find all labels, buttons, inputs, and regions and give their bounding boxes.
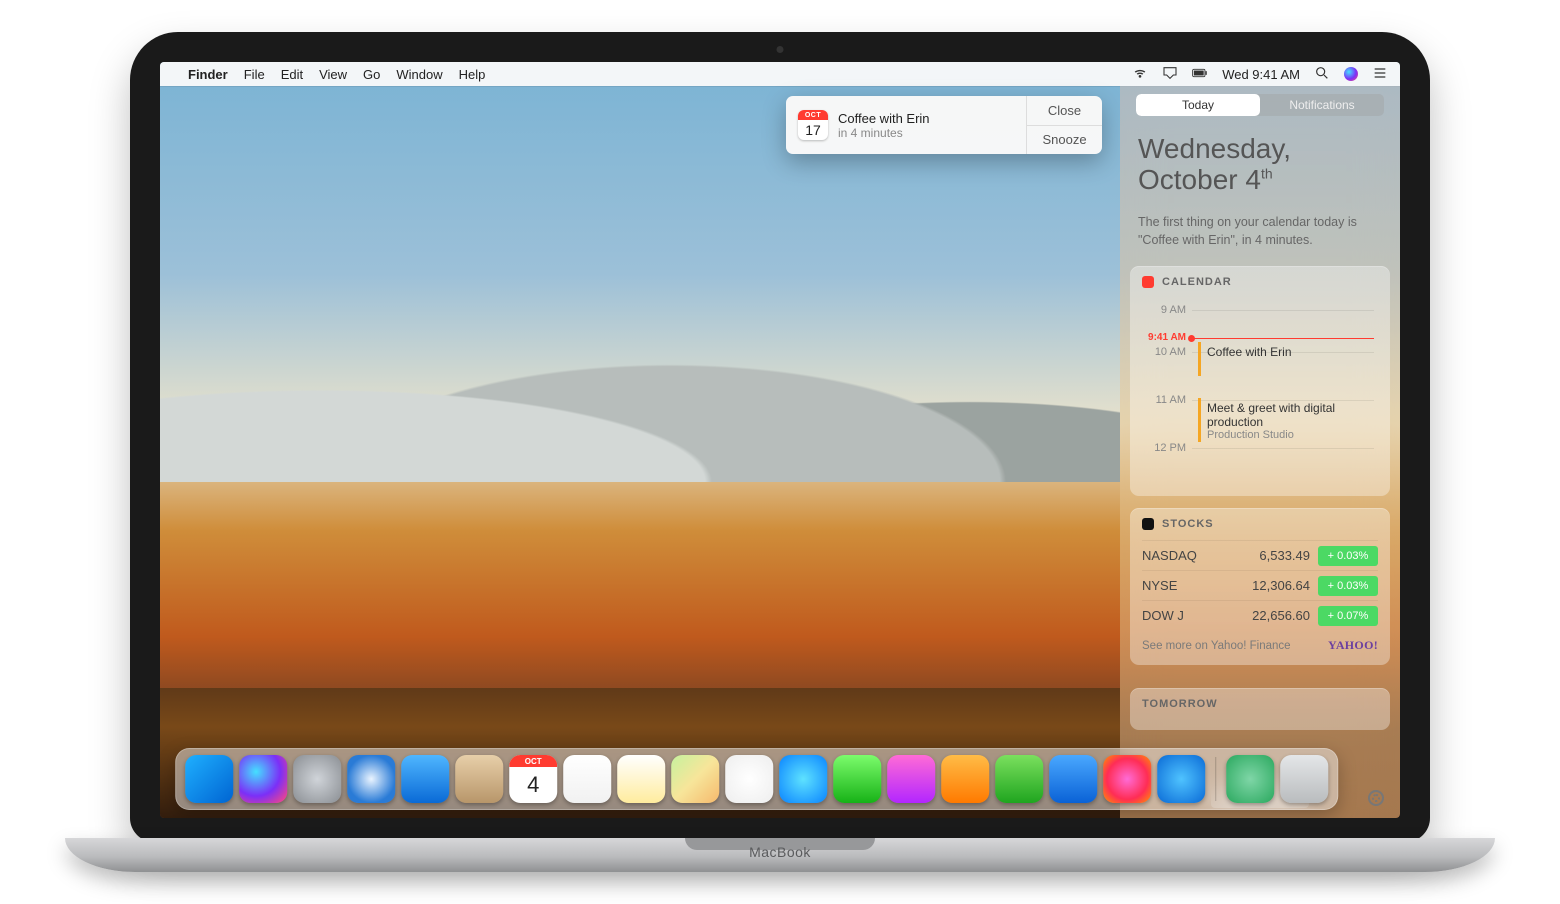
menu-clock[interactable]: Wed 9:41 AM bbox=[1222, 67, 1300, 82]
notification-center: Today Notifications Wednesday, October 4… bbox=[1120, 86, 1400, 818]
appstore-icon[interactable] bbox=[1157, 755, 1205, 803]
siri-icon[interactable] bbox=[239, 755, 287, 803]
trash-icon[interactable] bbox=[1280, 755, 1328, 803]
dock: OCT4 bbox=[175, 748, 1338, 810]
airplay-icon[interactable] bbox=[1162, 65, 1178, 84]
menu-edit[interactable]: Edit bbox=[281, 67, 303, 82]
maps-icon[interactable] bbox=[671, 755, 719, 803]
notification-banner[interactable]: OCT 17 Coffee with Erin in 4 minutes Clo… bbox=[786, 96, 1102, 154]
calendar-event[interactable]: Coffee with Erin bbox=[1198, 342, 1374, 376]
notification-close-button[interactable]: Close bbox=[1027, 96, 1102, 125]
calendar-icon bbox=[1142, 276, 1154, 288]
keynote-icon[interactable] bbox=[1049, 755, 1097, 803]
menu-window[interactable]: Window bbox=[396, 67, 442, 82]
spotlight-icon[interactable] bbox=[1314, 65, 1330, 84]
today-date: Wednesday, October 4th bbox=[1138, 134, 1382, 196]
itunes-store-icon[interactable] bbox=[887, 755, 935, 803]
dock-separator bbox=[1215, 757, 1216, 801]
calendar-icon-month: OCT bbox=[798, 110, 828, 120]
yahoo-logo: YAHOO! bbox=[1328, 638, 1378, 653]
notification-center-icon[interactable] bbox=[1372, 65, 1388, 84]
mail-icon[interactable] bbox=[401, 755, 449, 803]
notification-title: Coffee with Erin bbox=[838, 111, 930, 126]
messages-icon[interactable] bbox=[779, 755, 827, 803]
contacts-icon[interactable] bbox=[455, 755, 503, 803]
tab-notifications[interactable]: Notifications bbox=[1260, 94, 1384, 116]
macbook-mock: Finder File Edit View Go Window Help Wed… bbox=[65, 32, 1495, 872]
menu-bar: Finder File Edit View Go Window Help Wed… bbox=[160, 62, 1400, 86]
safari-icon[interactable] bbox=[347, 755, 395, 803]
tab-today[interactable]: Today bbox=[1136, 94, 1260, 116]
downloads-icon[interactable] bbox=[1226, 755, 1274, 803]
facetime-icon[interactable] bbox=[833, 755, 881, 803]
device-label: MacBook bbox=[749, 844, 811, 860]
macbook-base: MacBook bbox=[65, 838, 1495, 872]
calendar-event[interactable]: Meet & greet with digital production Pro… bbox=[1198, 398, 1374, 442]
app-name-menu[interactable]: Finder bbox=[188, 67, 228, 82]
notification-snooze-button[interactable]: Snooze bbox=[1027, 125, 1102, 155]
hour-11am: 11 AM bbox=[1142, 394, 1186, 406]
calendar-app-icon: OCT 17 bbox=[798, 110, 828, 140]
battery-icon[interactable] bbox=[1192, 65, 1208, 84]
today-notifications-segmented[interactable]: Today Notifications bbox=[1136, 94, 1384, 116]
tomorrow-widget[interactable]: TOMORROW bbox=[1130, 688, 1390, 730]
stock-row[interactable]: NASDAQ 6,533.49 + 0.03% bbox=[1142, 540, 1378, 570]
now-time-label: 9:41 AM bbox=[1142, 332, 1186, 343]
calendar-widget-title: CALENDAR bbox=[1162, 276, 1232, 288]
today-summary: The first thing on your calendar today i… bbox=[1138, 214, 1382, 249]
menu-help[interactable]: Help bbox=[459, 67, 486, 82]
menu-go[interactable]: Go bbox=[363, 67, 380, 82]
stocks-widget-title: STOCKS bbox=[1162, 518, 1214, 530]
stocks-widget[interactable]: STOCKS NASDAQ 6,533.49 + 0.03% NYSE 12,3… bbox=[1130, 508, 1390, 665]
screen-bezel: Finder File Edit View Go Window Help Wed… bbox=[130, 32, 1430, 842]
photos-icon[interactable] bbox=[725, 755, 773, 803]
calendar-icon[interactable]: OCT4 bbox=[509, 755, 557, 803]
menu-file[interactable]: File bbox=[244, 67, 265, 82]
siri-icon[interactable] bbox=[1344, 67, 1358, 81]
finder-icon[interactable] bbox=[185, 755, 233, 803]
wallpaper-mountains bbox=[160, 182, 1120, 482]
calendar-widget[interactable]: CALENDAR 9 AM 9:41 AM 10 AM Coffee with … bbox=[1130, 266, 1390, 496]
launchpad-icon[interactable] bbox=[293, 755, 341, 803]
stocks-icon bbox=[1142, 518, 1154, 530]
pages-icon[interactable] bbox=[941, 755, 989, 803]
calendar-icon-day: 17 bbox=[798, 120, 828, 140]
now-indicator bbox=[1192, 338, 1374, 339]
wifi-icon[interactable] bbox=[1132, 65, 1148, 84]
numbers-icon[interactable] bbox=[995, 755, 1043, 803]
stocks-more-link[interactable]: See more on Yahoo! Finance bbox=[1142, 640, 1291, 652]
notification-subtitle: in 4 minutes bbox=[838, 126, 930, 140]
tomorrow-title: TOMORROW bbox=[1142, 698, 1218, 710]
camera-dot bbox=[777, 46, 784, 53]
notes-icon[interactable] bbox=[617, 755, 665, 803]
menu-view[interactable]: View bbox=[319, 67, 347, 82]
settings-gear-icon[interactable] bbox=[1368, 790, 1384, 806]
itunes-icon[interactable] bbox=[1103, 755, 1151, 803]
hour-12pm: 12 PM bbox=[1142, 442, 1186, 454]
stock-row[interactable]: NYSE 12,306.64 + 0.03% bbox=[1142, 570, 1378, 600]
reminders-icon[interactable] bbox=[563, 755, 611, 803]
stock-row[interactable]: DOW J 22,656.60 + 0.07% bbox=[1142, 600, 1378, 630]
desktop[interactable]: Finder File Edit View Go Window Help Wed… bbox=[160, 62, 1400, 818]
hour-9am: 9 AM bbox=[1142, 304, 1186, 316]
hour-10am: 10 AM bbox=[1142, 346, 1186, 358]
